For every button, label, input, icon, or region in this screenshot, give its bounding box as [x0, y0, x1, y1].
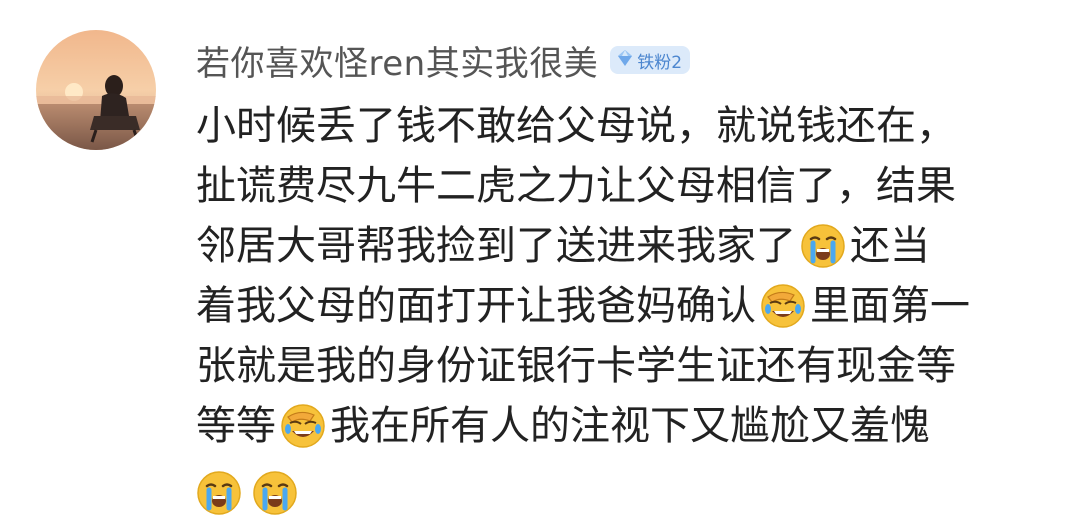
comment-line: 张就是我的身份证银行卡学生证还有现金等 — [196, 336, 1056, 396]
comment-text: 张就是我的身份证银行卡学生证还有现金等 — [196, 343, 956, 389]
comment-line: 邻居大哥帮我捡到了送进来我家了 还当 — [196, 216, 1056, 276]
crying-emoji-icon — [800, 223, 846, 269]
comment-line: 等等 我在所有人的注视下又尴尬又羞愧 — [196, 396, 1056, 456]
comment-text: 还当 — [850, 223, 930, 269]
username[interactable]: 若你喜欢怪ren其实我很美 — [196, 36, 598, 85]
comment-text: 我在所有人的注视下又尴尬又羞愧 — [330, 403, 930, 449]
badge-label: 铁粉2 — [637, 52, 683, 73]
comment-line: 小时候丢了钱不敢给父母说，就说钱还在， — [196, 96, 1056, 156]
comment-line: 着我父母的面打开让我爸妈确认 里面第一 — [196, 276, 1056, 336]
comment-text: 等等 — [196, 403, 276, 449]
comment-body: 小时候丢了钱不敢给父母说，就说钱还在， 扯谎费尽九牛二虎之力让父母相信了，结果 … — [196, 96, 1056, 520]
comment-line: 扯谎费尽九牛二虎之力让父母相信了，结果 — [196, 156, 1056, 216]
comment-text: 里面第一 — [810, 283, 970, 329]
facepalm-laugh-emoji-icon — [760, 283, 806, 329]
diamond-icon — [616, 49, 634, 71]
comment-text: 小时候丢了钱不敢给父母说，就说钱还在， — [196, 103, 956, 149]
facepalm-laugh-emoji-icon — [280, 403, 326, 449]
trailing-emojis — [196, 458, 1056, 520]
comment-text: 扯谎费尽九牛二虎之力让父母相信了，结果 — [196, 163, 956, 209]
comment-text: 着我父母的面打开让我爸妈确认 — [196, 283, 756, 329]
avatar[interactable] — [36, 30, 156, 150]
comment-header: 若你喜欢怪ren其实我很美 铁粉2 — [196, 32, 691, 88]
crying-emoji-icon — [196, 470, 242, 516]
crying-emoji-icon — [252, 470, 298, 516]
fan-badge[interactable]: 铁粉2 — [610, 46, 691, 74]
comment-text: 邻居大哥帮我捡到了送进来我家了 — [196, 223, 796, 269]
